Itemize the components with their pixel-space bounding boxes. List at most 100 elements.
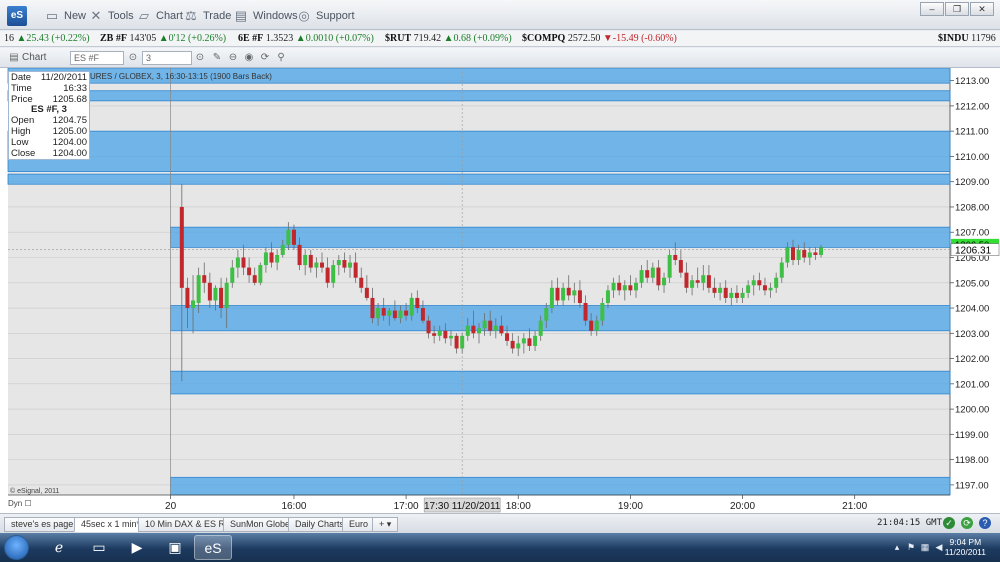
candle-body xyxy=(454,335,459,349)
add-tab-label: + xyxy=(379,519,385,529)
ticker-item[interactable]: $RUT 719.42 ▲0.68 (+0.09%) xyxy=(385,33,512,44)
candle-body xyxy=(667,254,672,278)
close-button[interactable]: ✕ xyxy=(970,2,994,16)
esignal-icon[interactable]: eS xyxy=(194,535,232,560)
tab-label: 45sec x 1 min* xyxy=(81,519,141,529)
menu-chart[interactable]: ▱ Chart xyxy=(136,7,183,25)
windows-taskbar: ℯ ▭ ▶ ▣ eS ▴ ⚑ ▦ ◀ 9:04 PM 11/20/2011 xyxy=(0,533,1000,562)
window-controls: – ❐ ✕ xyxy=(920,2,994,16)
maximize-button[interactable]: ❐ xyxy=(945,2,969,16)
tab-euro[interactable]: Euro xyxy=(342,517,376,532)
menu-new[interactable]: ▭ New xyxy=(44,7,86,25)
ticker-item[interactable]: $INDU 11796 xyxy=(938,33,996,44)
taskbar-clock[interactable]: 9:04 PM 11/20/2011 xyxy=(945,537,986,557)
menu-windows[interactable]: ▤ Windows xyxy=(233,7,298,25)
y-tick-label: 1213.00 xyxy=(955,76,989,87)
candle-body xyxy=(762,285,767,291)
candle-body xyxy=(308,254,313,268)
ticker-item[interactable]: ZB #F 143'05 ▲0'12 (+0.26%) xyxy=(100,33,226,44)
connection-status-icon[interactable]: ✓ xyxy=(943,517,955,529)
ticker-change: 0'12 (+0.26%) xyxy=(168,33,227,44)
ticker-item[interactable]: 16 ▲25.43 (+0.22%) xyxy=(4,33,90,44)
tab-steves-es-page[interactable]: steve's es page xyxy=(4,517,81,532)
menu-support[interactable]: ◎ Support xyxy=(296,7,354,25)
candle-body xyxy=(263,252,268,266)
tray-expand-icon[interactable]: ▴ xyxy=(892,542,902,552)
price-chart[interactable]: 1197.00 1198.00 1199.00 1200.00 1201.00 1202.… xyxy=(0,68,1000,513)
candle-body xyxy=(207,282,212,301)
candle-body xyxy=(219,287,224,309)
start-button[interactable] xyxy=(4,535,29,560)
network-tray-icon[interactable]: ▦ xyxy=(920,542,930,552)
folder-icon[interactable]: ▭ xyxy=(80,535,118,560)
candle-body xyxy=(471,325,476,334)
tab-label: Euro xyxy=(349,519,369,529)
y-tick-label: 1208.00 xyxy=(955,202,989,213)
dyn-checkbox-icon: ☐ xyxy=(24,499,32,508)
zone-band xyxy=(7,130,951,172)
chevron-down-icon: ▾ xyxy=(386,519,392,529)
pencil-icon[interactable]: ✎ xyxy=(211,52,223,64)
candle-body xyxy=(235,257,240,268)
minimize-button[interactable]: – xyxy=(920,2,944,16)
y-tick-label: 1199.00 xyxy=(955,430,989,441)
y-tick-label: 1204.00 xyxy=(955,304,989,315)
interval-link-icon[interactable]: ⊙ xyxy=(194,52,206,64)
y-tick-label: 1205.00 xyxy=(955,278,989,289)
status-clock: 21:04:15 GMT-8 xyxy=(877,518,953,528)
candlestick-chart[interactable]: 1197.00 1198.00 1199.00 1200.00 1201.00 1202.… xyxy=(0,68,1000,513)
candle-body xyxy=(544,308,549,321)
x-tick-label: 16:00 xyxy=(281,501,306,512)
symbol-combo[interactable]: ES #F xyxy=(70,51,124,65)
candle-body xyxy=(499,325,504,334)
dw-low-row: Low 1204.00 xyxy=(11,136,87,149)
menu-tools[interactable]: ✕ Tools xyxy=(88,7,134,25)
candle-body xyxy=(510,340,515,349)
tab-45sec-1min[interactable]: 45sec x 1 min* xyxy=(74,517,148,532)
ie-icon[interactable]: ℯ xyxy=(40,535,78,560)
candle-body xyxy=(768,287,773,291)
candle-body xyxy=(404,310,409,316)
chart-window-icon: ▤ xyxy=(9,52,19,63)
candle-body xyxy=(488,320,493,331)
refresh-icon[interactable]: ⟳ xyxy=(259,52,271,64)
candle-body xyxy=(712,287,717,293)
candle-body xyxy=(807,252,812,258)
zone-band xyxy=(170,370,951,395)
media-icon[interactable]: ▶ xyxy=(118,535,156,560)
add-tab-button[interactable]: + ▾ xyxy=(372,517,399,532)
data-feed-icon[interactable]: ⟳ xyxy=(961,517,973,529)
interval-combo[interactable]: 3 xyxy=(142,51,192,65)
candle-body xyxy=(622,285,627,291)
chart-window-title: Chart xyxy=(22,52,47,63)
ticker-last: 2572.50 xyxy=(567,33,601,44)
candle-body xyxy=(706,275,711,288)
flag-icon[interactable]: ⚑ xyxy=(906,542,916,552)
candle-body xyxy=(549,287,554,309)
candle-body xyxy=(516,343,521,349)
ticker-item[interactable]: $COMPQ 2572.50 ▼-15.49 (-0.60%) xyxy=(522,33,677,44)
volume-icon[interactable]: ◀ xyxy=(934,542,944,552)
minus-circle-icon[interactable]: ⊖ xyxy=(227,52,239,64)
candle-body xyxy=(734,292,739,298)
dw-value: 1204.00 xyxy=(52,136,87,148)
pin-icon[interactable]: ⚲ xyxy=(275,52,287,64)
help-icon[interactable]: ? xyxy=(979,517,991,529)
candle-body xyxy=(555,287,560,301)
y-tick-label: 1212.00 xyxy=(955,101,989,112)
y-tick-label: 1200.00 xyxy=(955,405,989,416)
dyn-toggle[interactable]: Dyn ☐ xyxy=(8,499,32,508)
esignal-logo[interactable]: eS xyxy=(7,6,27,26)
network-icon[interactable]: ▣ xyxy=(156,535,194,560)
x-tick-label: 17:00 xyxy=(394,501,419,512)
candle-body xyxy=(611,282,616,291)
up-arrow-icon: ▲ xyxy=(443,33,454,44)
candle-body xyxy=(757,280,762,286)
ticker-item[interactable]: 6E #F 1.3523 ▲0.0010 (+0.07%) xyxy=(238,33,374,44)
candle-body xyxy=(538,320,543,336)
link-icon[interactable]: ⊙ xyxy=(127,52,139,64)
x-tick-label: 19:00 xyxy=(618,501,643,512)
candle-body xyxy=(381,308,386,316)
menu-trade[interactable]: ⚖ Trade xyxy=(183,7,231,25)
play-circle-icon[interactable]: ◉ xyxy=(243,52,255,64)
